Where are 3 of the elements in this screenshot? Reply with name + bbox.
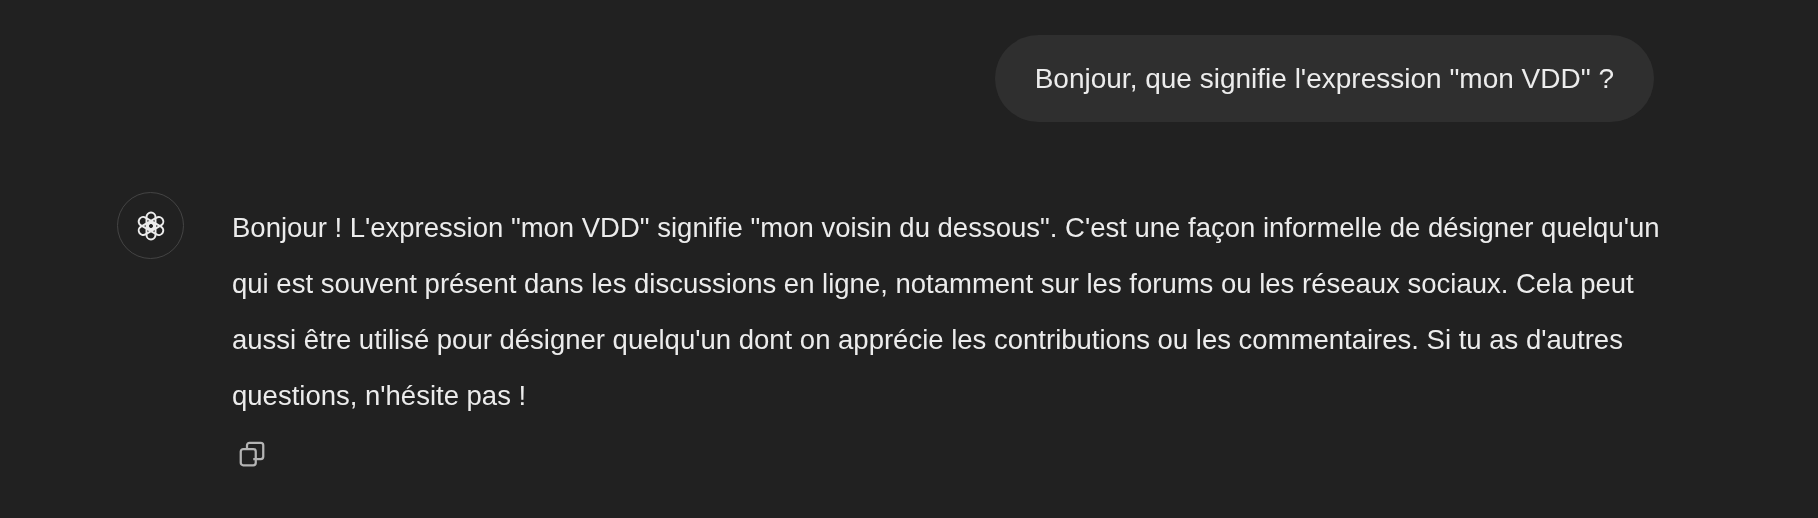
user-message: Bonjour, que signifie l'expression "mon VDD" ? <box>994 35 1654 122</box>
assistant-message: Bonjour ! L'expression "mon VDD" signifie "mon voisin du dessous". C'est une façon informelle de désigner quelqu'un qui est souvent présent dans les discussions en ligne, notamment sur les forums ou les réseaux sociaux. Cela peut aussi être utilisé pour désigner quelqu'un dont on apprécie les contributions ou les commentaires. Si tu as d'autres questions, n'hésite pas ! <box>232 211 1661 413</box>
copy-icon <box>237 439 267 469</box>
